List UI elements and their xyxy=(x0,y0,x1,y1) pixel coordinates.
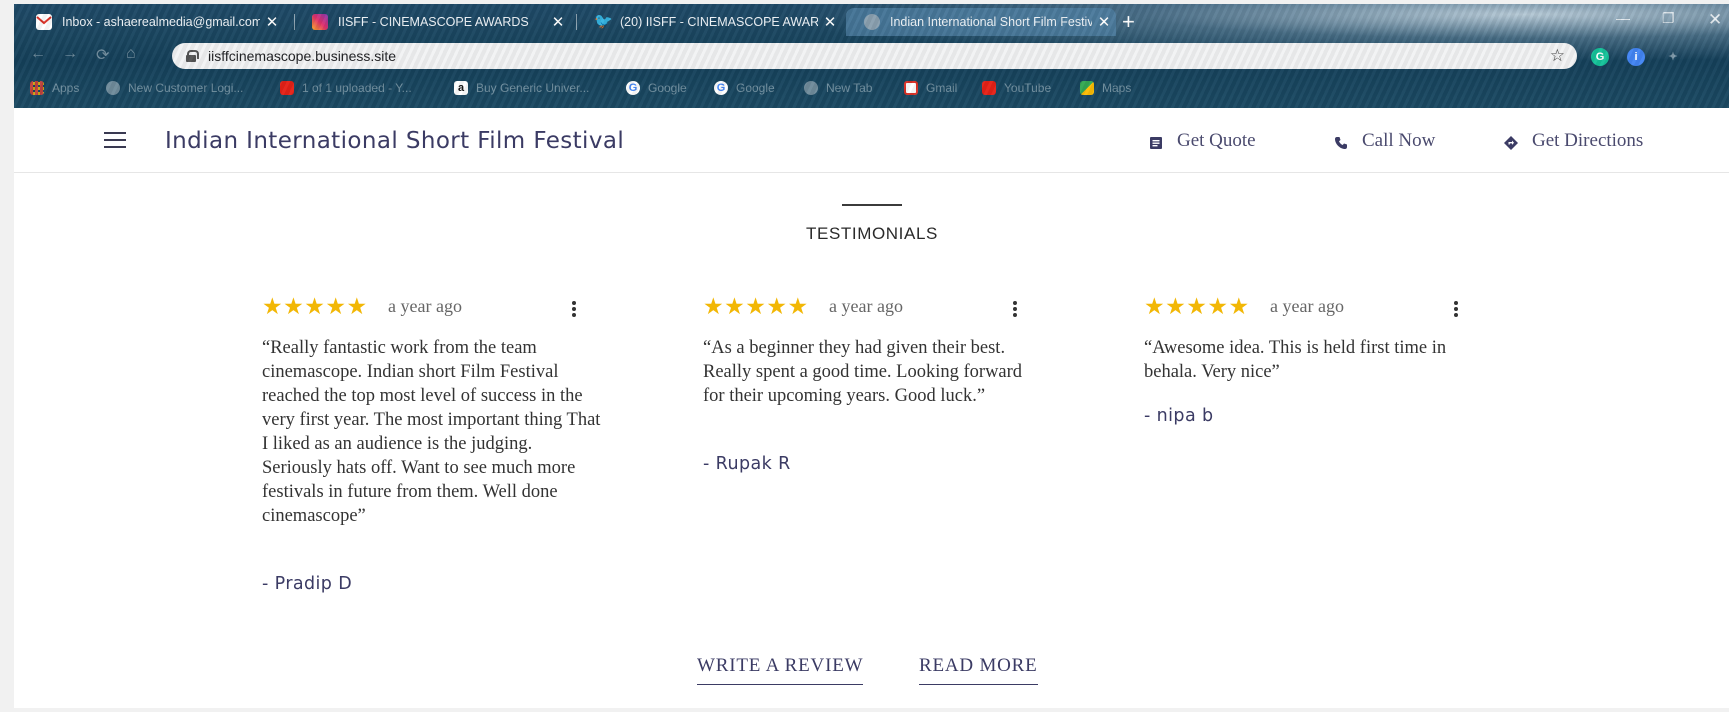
bookmark-new-tab[interactable]: New Tab xyxy=(804,81,872,95)
forward-button[interactable]: → xyxy=(62,45,78,63)
star-rating: ★★★★★ xyxy=(1144,293,1250,319)
gmail-icon xyxy=(36,14,52,30)
tab-active-site[interactable]: Indian International Short Film Festival… xyxy=(846,8,1116,36)
web-page: Indian International Short Film Festival… xyxy=(14,108,1729,708)
close-window-button[interactable]: ✕ xyxy=(1708,10,1722,30)
close-icon[interactable]: ✕ xyxy=(546,13,570,31)
globe-icon xyxy=(864,14,880,30)
home-button[interactable]: ⌂ xyxy=(126,45,136,63)
bookmark-label: Gmail xyxy=(926,81,958,95)
bookmark-google-1[interactable]: G Google xyxy=(626,81,687,95)
close-icon[interactable]: ✕ xyxy=(260,13,284,31)
call-now-label: Call Now xyxy=(1362,130,1436,151)
close-icon[interactable]: ✕ xyxy=(818,13,842,31)
bookmark-apps[interactable]: Apps xyxy=(30,81,79,95)
maximize-button[interactable]: ❐ xyxy=(1662,10,1675,27)
tab-strip: Inbox - ashaerealmedia@gmail.com ✕ IISFF… xyxy=(14,4,1729,38)
bookmark-label: New Tab xyxy=(826,81,873,95)
bookmark-label: 1 of 1 uploaded - Y... xyxy=(302,81,412,95)
instagram-icon xyxy=(312,14,328,30)
section-title: TESTIMONIALS xyxy=(806,224,938,243)
more-options-icon[interactable] xyxy=(1453,301,1459,319)
gmail-icon xyxy=(904,81,918,95)
tab-instagram[interactable]: IISFF - CINEMASCOPE AWARDS ✕ xyxy=(290,8,570,36)
bookmark-label: Buy Generic Univer... xyxy=(476,81,590,95)
review-author: - nipa b xyxy=(1144,406,1214,426)
bookmark-new-customer[interactable]: New Customer Logi... xyxy=(106,81,243,95)
review-time: a year ago xyxy=(1270,296,1344,316)
apps-grid-icon xyxy=(30,81,44,95)
review-author: - Pradip D xyxy=(262,574,353,594)
reload-button[interactable]: ⟳ xyxy=(96,45,109,65)
browser-chrome: Inbox - ashaerealmedia@gmail.com ✕ IISFF… xyxy=(14,4,1729,108)
get-directions-label: Get Directions xyxy=(1532,130,1644,151)
tab-title: Indian International Short Film Festival xyxy=(890,15,1092,29)
youtube-icon xyxy=(280,81,294,95)
more-options-icon[interactable] xyxy=(571,301,577,319)
directions-icon xyxy=(1504,134,1518,150)
get-directions-button[interactable]: Get Directions xyxy=(1504,130,1643,152)
section-divider xyxy=(842,204,902,206)
lock-icon xyxy=(186,50,199,62)
twitter-icon: 🐦 xyxy=(594,13,613,30)
bookmark-gmail[interactable]: Gmail xyxy=(904,81,957,95)
review-author: - Rupak R xyxy=(703,454,791,474)
bookmark-label: Maps xyxy=(1102,81,1132,95)
menu-icon[interactable] xyxy=(104,132,126,148)
tab-title: (20) IISFF - CINEMASCOPE AWARDS xyxy=(620,15,818,29)
bookmark-label: New Customer Logi... xyxy=(128,81,244,95)
review-time: a year ago xyxy=(388,296,462,316)
get-quote-button[interactable]: Get Quote xyxy=(1149,130,1256,152)
grammarly-icon[interactable]: G xyxy=(1591,48,1609,66)
site-header: Indian International Short Film Festival… xyxy=(14,108,1729,173)
review-text: “As a beginner they had given their best… xyxy=(703,338,1023,406)
browser-toolbar: ← → ⟳ ⌂ iisffcinemascope.business.site ☆… xyxy=(14,38,1729,74)
address-bar[interactable]: iisffcinemascope.business.site ☆ xyxy=(172,43,1577,69)
bookmark-youtube-upload[interactable]: 1 of 1 uploaded - Y... xyxy=(280,81,412,95)
back-button[interactable]: ← xyxy=(30,45,46,63)
bookmark-label: YouTube xyxy=(1004,81,1052,95)
write-review-link[interactable]: WRITE A REVIEW xyxy=(697,655,864,685)
tab-title: Inbox - ashaerealmedia@gmail.com xyxy=(62,15,260,29)
globe-icon xyxy=(106,81,120,95)
google-icon: G xyxy=(626,81,640,95)
bookmark-label: Google xyxy=(736,81,775,95)
maps-icon xyxy=(1080,81,1094,95)
bookmarks-bar: Apps New Customer Logi... 1 of 1 uploade… xyxy=(14,74,1729,104)
minimize-button[interactable]: — xyxy=(1616,10,1630,26)
close-icon[interactable]: ✕ xyxy=(1092,13,1116,31)
google-icon: G xyxy=(714,81,728,95)
site-title[interactable]: Indian International Short Film Festival xyxy=(165,128,624,154)
review-time: a year ago xyxy=(829,296,903,316)
call-now-button[interactable]: Call Now xyxy=(1334,130,1435,152)
extension-icon[interactable]: ✦ xyxy=(1664,48,1682,66)
phone-icon xyxy=(1334,134,1348,149)
new-tab-button[interactable]: + xyxy=(1122,10,1135,34)
globe-icon xyxy=(804,81,818,95)
tab-gmail-inbox[interactable]: Inbox - ashaerealmedia@gmail.com ✕ xyxy=(14,8,284,36)
bookmark-label: Google xyxy=(648,81,687,95)
url-text: iisffcinemascope.business.site xyxy=(208,48,397,64)
info-extension-icon[interactable]: i xyxy=(1627,48,1645,66)
amazon-icon: a xyxy=(454,81,468,95)
bookmark-star-icon[interactable]: ☆ xyxy=(1550,46,1565,66)
review-text: “Awesome idea. This is held first time i… xyxy=(1144,338,1447,382)
read-more-link[interactable]: READ MORE xyxy=(919,655,1038,685)
quote-icon xyxy=(1149,134,1163,149)
more-options-icon[interactable] xyxy=(1012,301,1018,319)
star-rating: ★★★★★ xyxy=(262,293,368,319)
tab-twitter[interactable]: 🐦 (20) IISFF - CINEMASCOPE AWARDS ✕ xyxy=(572,8,842,36)
review-text: “Really fantastic work from the team cin… xyxy=(262,338,601,526)
bookmark-google-2[interactable]: G Google xyxy=(714,81,775,95)
bookmark-amazon[interactable]: a Buy Generic Univer... xyxy=(454,81,589,95)
bookmark-label: Apps xyxy=(52,81,80,95)
bookmark-maps[interactable]: Maps xyxy=(1080,81,1131,95)
get-quote-label: Get Quote xyxy=(1177,130,1256,151)
bookmark-youtube[interactable]: YouTube xyxy=(982,81,1051,95)
star-rating: ★★★★★ xyxy=(703,293,809,319)
tab-title: IISFF - CINEMASCOPE AWARDS xyxy=(338,15,529,29)
youtube-icon xyxy=(982,81,996,95)
